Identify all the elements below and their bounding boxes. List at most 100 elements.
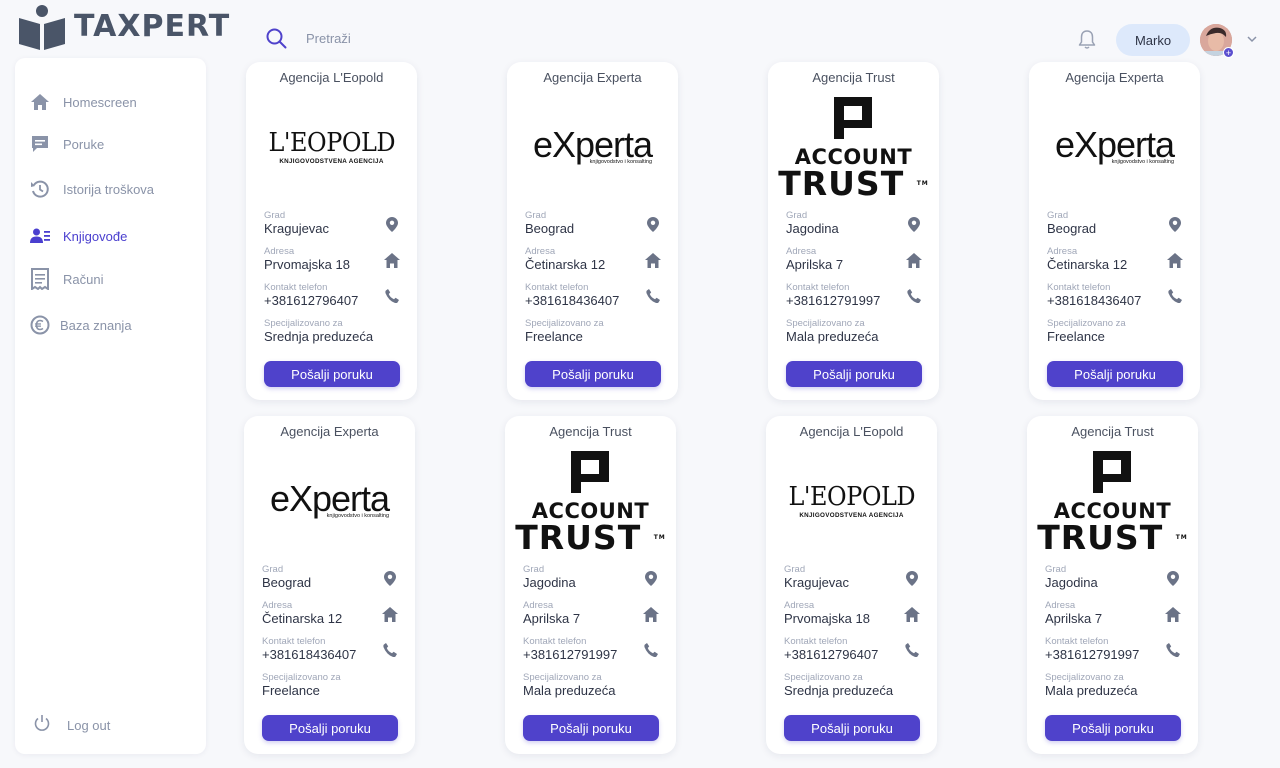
sidebar-item-homescreen[interactable]: Homescreen — [29, 90, 137, 114]
agency-card[interactable]: Agencija Trust ACCOUNT TRUST TM Grad Jagodin… — [1027, 416, 1198, 754]
card-title: Agencija Experta — [280, 424, 379, 439]
field-value: Četinarska 12 — [525, 257, 606, 272]
agency-card[interactable]: Agencija L'Eopold L'EOPOLD KNJIGOVODSTVENA… — [246, 62, 417, 400]
field-value: Četinarska 12 — [262, 611, 343, 626]
logo-sub-text: KNJIGOVODSTVENA AGENCIJA — [799, 511, 904, 519]
send-message-button[interactable]: Pošalji poruku — [1045, 715, 1181, 741]
trademark-mark: TM — [1175, 533, 1188, 541]
accountants-icon — [29, 225, 51, 247]
field-value: Aprilska 7 — [1045, 611, 1103, 626]
brand-name: TAXPERT — [74, 9, 231, 44]
app-logo[interactable]: TAXPERT — [18, 4, 230, 50]
agency-card[interactable]: Agencija L'Eopold L'EOPOLD KNJIGOVODSTVENA… — [766, 416, 937, 754]
field-city: Grad Kragujevac — [784, 564, 920, 591]
card-title: Agencija Experta — [543, 70, 642, 85]
send-message-button[interactable]: Pošalji poruku — [523, 715, 659, 741]
agency-logo: L'EOPOLD KNJIGOVODSTVENA AGENCIJA — [766, 446, 937, 556]
send-message-button[interactable]: Pošalji poruku — [784, 715, 920, 741]
field-label: Grad — [1045, 564, 1067, 575]
field-value: Jagodina — [523, 575, 576, 590]
agency-card[interactable]: Agencija Trust ACCOUNT TRUST TM Grad Jagodin… — [505, 416, 676, 754]
phone-icon — [906, 288, 922, 304]
trust-logo: ACCOUNT TRUST TM — [1037, 449, 1188, 554]
field-label: Adresa — [264, 246, 295, 257]
agency-card[interactable]: Agencija Experta eXperta knjigovodstvo i k… — [1029, 62, 1200, 400]
field-label: Adresa — [784, 600, 815, 611]
logout-button[interactable]: Log out — [33, 714, 110, 737]
field-value: Jagodina — [786, 221, 839, 236]
avatar[interactable]: + — [1200, 24, 1234, 58]
field-label: Grad — [786, 210, 808, 221]
field-label: Kontakt telefon — [786, 282, 850, 293]
send-message-button[interactable]: Pošalji poruku — [262, 715, 398, 741]
logout-label: Log out — [67, 718, 111, 733]
bell-icon[interactable] — [1076, 28, 1098, 50]
field-value: Aprilska 7 — [523, 611, 581, 626]
send-message-button[interactable]: Pošalji poruku — [1047, 361, 1183, 387]
field-value: +381612796407 — [784, 647, 879, 662]
agency-card[interactable]: Agencija Trust ACCOUNT TRUST TM Grad Jagodin… — [768, 62, 939, 400]
field-label: Kontakt telefon — [1045, 636, 1109, 647]
field-value: +381618436407 — [1047, 293, 1142, 308]
sidebar-item-racuni[interactable]: Računi — [29, 267, 103, 291]
field-value: +381612791997 — [523, 647, 618, 662]
logo-main-text: eXperta — [269, 478, 390, 519]
agency-card[interactable]: Agencija Experta eXperta knjigovodstvo i k… — [244, 416, 415, 754]
agency-card[interactable]: Agencija Experta eXperta knjigovodstvo i k… — [507, 62, 678, 400]
send-message-button[interactable]: Pošalji poruku — [786, 361, 922, 387]
field-address: Adresa Aprilska 7 — [1045, 600, 1181, 627]
field-value: Kragujevac — [264, 221, 330, 236]
chevron-down-icon[interactable] — [1246, 34, 1258, 44]
field-value: Beograd — [1047, 221, 1097, 236]
home-icon — [643, 606, 659, 622]
sidebar-item-baza-znanja[interactable]: Baza znanja — [29, 313, 132, 337]
home-icon — [29, 91, 51, 113]
field-value: Freelance — [525, 329, 583, 344]
logo-sub-text: TRUST — [1037, 517, 1164, 557]
add-badge-icon[interactable]: + — [1223, 47, 1234, 58]
field-label: Kontakt telefon — [262, 636, 326, 647]
field-label: Adresa — [262, 600, 293, 611]
field-value: Beograd — [262, 575, 312, 590]
field-value: Mala preduzeća — [786, 329, 879, 344]
field-phone: Kontakt telefon +381612791997 — [1045, 636, 1181, 663]
field-city: Grad Beograd — [525, 210, 661, 237]
search-icon[interactable] — [266, 28, 287, 49]
home-icon — [645, 252, 661, 268]
leopold-logo: L'EOPOLD KNJIGOVODSTVENA AGENCIJA — [783, 484, 921, 519]
field-city: Grad Jagodina — [1045, 564, 1181, 591]
field-value: Kragujevac — [784, 575, 850, 590]
field-value: Srednja preduzeća — [264, 329, 374, 344]
agency-logo: ACCOUNT TRUST TM — [505, 446, 676, 556]
agency-logo: L'EOPOLD KNJIGOVODSTVENA AGENCIJA — [246, 92, 417, 202]
logo-main-text: eXperta — [1054, 124, 1175, 165]
field-label: Grad — [525, 210, 547, 221]
send-message-button[interactable]: Pošalji poruku — [525, 361, 661, 387]
sidebar-item-knjigovode[interactable]: Knjigovođe — [29, 224, 127, 248]
sidebar-item-poruke[interactable]: Poruke — [29, 132, 104, 156]
logo-main-text: L'EOPOLD — [268, 127, 395, 158]
logo-sub-text: KNJIGOVODSTVENA AGENCIJA — [279, 157, 384, 165]
field-label: Specijalizovano za — [262, 672, 341, 683]
field-city: Grad Jagodina — [786, 210, 922, 237]
field-specialization: Specijalizovano za Freelance — [525, 318, 661, 345]
trust-emblem-icon — [834, 96, 873, 139]
field-label: Kontakt telefon — [525, 282, 589, 293]
field-address: Adresa Prvomajska 18 — [264, 246, 400, 273]
sidebar-item-istorija[interactable]: Istorija troškova — [29, 177, 154, 201]
field-address: Adresa Četinarska 12 — [1047, 246, 1183, 273]
field-value: Beograd — [525, 221, 575, 236]
field-label: Specijalizovano za — [784, 672, 863, 683]
location-pin-icon — [1165, 570, 1181, 586]
field-value: Freelance — [262, 683, 320, 698]
search-input[interactable]: Pretraži — [306, 31, 351, 46]
logo-main-text: eXperta — [532, 124, 653, 165]
user-name-button[interactable]: Marko — [1116, 24, 1190, 56]
phone-icon — [1167, 288, 1183, 304]
field-specialization: Specijalizovano za Srednja preduzeća — [264, 318, 400, 345]
field-specialization: Specijalizovano za Mala preduzeća — [523, 672, 659, 699]
book-logo-icon — [19, 5, 65, 50]
card-title: Agencija Trust — [549, 424, 632, 439]
search-bar[interactable]: Pretraži — [266, 28, 351, 49]
send-message-button[interactable]: Pošalji poruku — [264, 361, 400, 387]
